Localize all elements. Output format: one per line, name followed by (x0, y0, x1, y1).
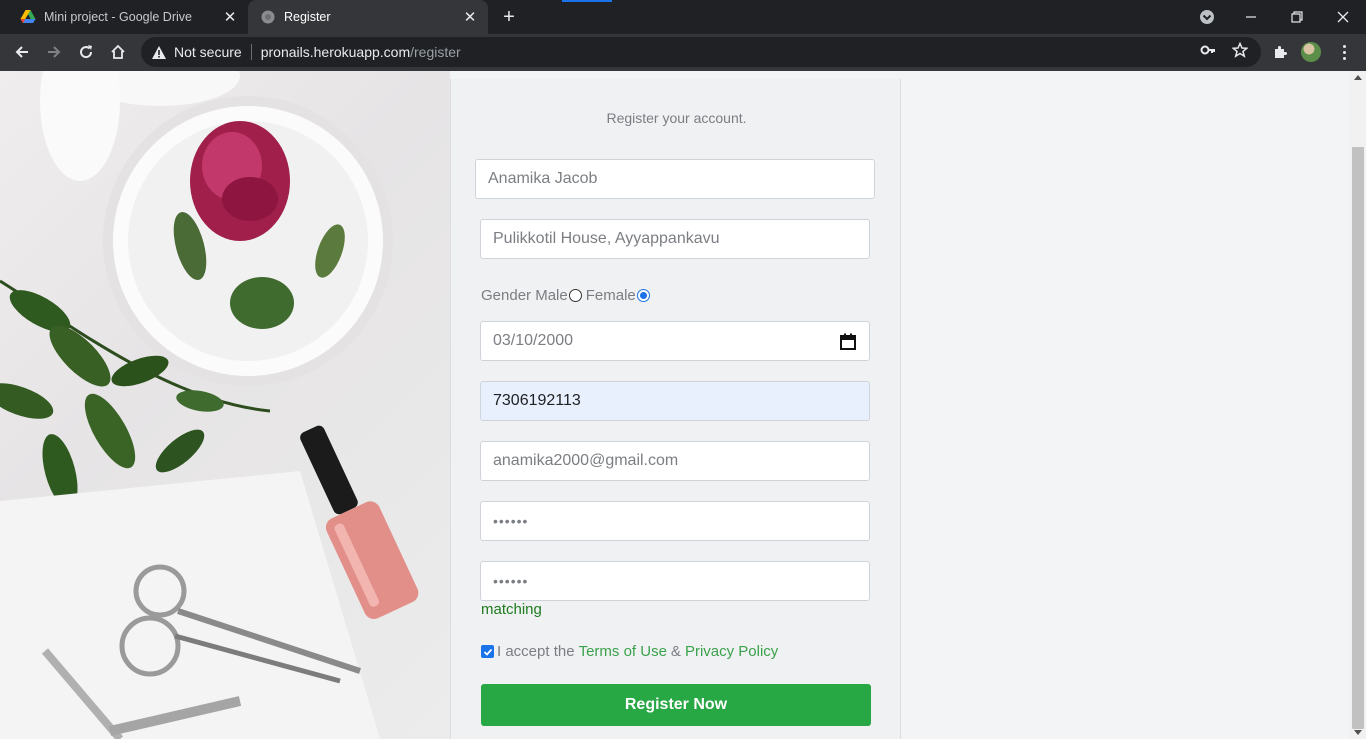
password-value: •••••• (493, 513, 529, 529)
calendar-icon[interactable] (839, 332, 857, 350)
minimize-button[interactable] (1228, 0, 1274, 34)
tab-title: Mini project - Google Drive (44, 10, 192, 24)
close-window-button[interactable] (1320, 0, 1366, 34)
globe-icon (260, 9, 276, 25)
phone-value: 7306192113 (493, 392, 581, 409)
forward-button[interactable] (40, 38, 68, 66)
password-input[interactable]: •••••• (480, 501, 870, 541)
new-tab-button[interactable]: + (498, 6, 520, 28)
divider (250, 44, 252, 60)
restore-button[interactable] (1274, 0, 1320, 34)
terms-prefix: I accept the (497, 643, 575, 660)
confirm-password-value: •••••• (493, 573, 529, 589)
hero-image (0, 71, 450, 739)
register-button[interactable]: Register Now (481, 684, 871, 726)
reload-button[interactable] (72, 38, 100, 66)
google-drive-icon (20, 9, 36, 25)
extensions-icon[interactable] (1270, 42, 1290, 62)
dob-value: 03/10/2000 (493, 332, 574, 349)
minimize-icon (1246, 16, 1256, 18)
gender-female-label: Female (585, 287, 636, 304)
warning-icon[interactable] (151, 44, 167, 60)
back-arrow-icon (15, 46, 28, 58)
browser-toolbar: Not secure pronails.herokuapp.com/regist… (0, 34, 1366, 71)
terms-and: & (670, 643, 681, 660)
page-scrollbar[interactable] (1350, 71, 1366, 739)
form-subtitle: Register your account. (606, 110, 747, 126)
scroll-down-icon[interactable] (1354, 730, 1362, 735)
back-button[interactable] (8, 38, 36, 66)
scroll-thumb[interactable] (1352, 147, 1364, 729)
url-host: pronails.herokuapp.com (260, 44, 411, 60)
tab-indicator (562, 0, 612, 2)
tab-search-button[interactable] (1184, 0, 1230, 34)
key-icon[interactable] (1199, 41, 1217, 59)
close-tab-icon[interactable]: ✕ (460, 7, 480, 27)
dob-input[interactable]: 03/10/2000 (480, 321, 870, 361)
chevron-down-icon (1200, 10, 1214, 24)
name-value: Anamika Jacob (488, 170, 598, 187)
name-input[interactable]: Anamika Jacob (475, 159, 875, 199)
manicure-photo (0, 71, 419, 739)
profile-avatar[interactable] (1301, 42, 1321, 62)
tab-title: Register (284, 10, 331, 24)
phone-input[interactable]: 7306192113 (480, 381, 870, 421)
terms-row: I accept the Terms of Use & Privacy Poli… (481, 643, 782, 660)
password-match-status: matching (481, 601, 542, 618)
security-label[interactable]: Not secure (174, 44, 242, 60)
url-path: /register (410, 44, 461, 60)
privacy-link[interactable]: Privacy Policy (685, 643, 778, 660)
scroll-up-icon[interactable] (1354, 75, 1362, 80)
gender-female-radio[interactable] (636, 289, 650, 302)
reload-icon (80, 45, 93, 59)
page-viewport: Register your account. Anamika Jacob Pul… (0, 71, 1350, 739)
gender-group: Gender Male Female (481, 287, 651, 304)
tab-google-drive[interactable]: Mini project - Google Drive ✕ (8, 0, 248, 34)
gender-male-radio[interactable] (568, 289, 582, 302)
home-icon (111, 44, 125, 59)
close-tab-icon[interactable]: ✕ (220, 7, 240, 27)
terms-link[interactable]: Terms of Use (579, 643, 667, 660)
email-value: anamika2000@gmail.com (493, 452, 679, 469)
tab-register[interactable]: Register ✕ (248, 0, 488, 34)
register-form: Register your account. Anamika Jacob Pul… (450, 79, 901, 739)
tab-strip: Mini project - Google Drive ✕ Register ✕… (0, 0, 1366, 34)
gender-male-label: Male (535, 287, 568, 304)
close-icon (1337, 11, 1349, 23)
check-icon (483, 648, 492, 656)
gender-label: Gender (481, 287, 532, 304)
restore-icon (1291, 11, 1303, 23)
terms-checkbox[interactable] (481, 645, 494, 658)
address-input[interactable]: Pulikkotil House, Ayyappankavu (480, 219, 870, 259)
star-icon[interactable] (1231, 41, 1249, 59)
address-value: Pulikkotil House, Ayyappankavu (493, 230, 720, 247)
menu-icon[interactable] (1334, 42, 1354, 62)
email-input[interactable]: anamika2000@gmail.com (480, 441, 870, 481)
home-button[interactable] (104, 38, 132, 66)
address-bar[interactable]: Not secure pronails.herokuapp.com/regist… (141, 37, 1261, 67)
forward-arrow-icon (48, 46, 61, 58)
confirm-password-input[interactable]: •••••• (480, 561, 870, 601)
